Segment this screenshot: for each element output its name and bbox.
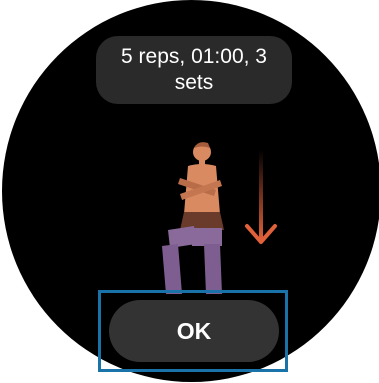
stage: 5 reps, 01:00, 3 sets OK [0, 0, 379, 383]
down-arrow-icon [245, 150, 277, 244]
ok-button-highlight [98, 290, 288, 372]
workout-summary: 5 reps, 01:00, 3 sets [96, 36, 292, 104]
exercise-illustration [150, 134, 290, 294]
